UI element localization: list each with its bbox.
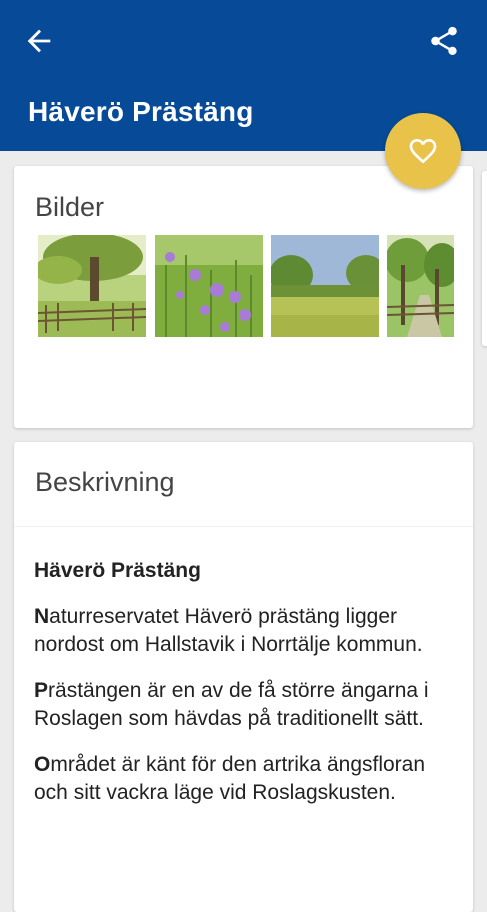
gallery-image-2[interactable] [155,235,263,337]
share-button[interactable] [427,24,461,58]
images-card: Bilder [14,166,473,428]
paragraph-initial: P [34,679,49,702]
paragraph-text: mrådet är känt för den artrika ängsflora… [34,753,426,804]
forest-path-photo [387,235,454,337]
heart-outline-icon [409,139,437,164]
description-paragraph: Prästängen är en av de få större ängarna… [34,677,454,733]
paragraph-text: rästängen är en av de få större ängarna … [34,679,429,730]
open-meadow-photo [271,235,379,337]
gallery-image-4[interactable] [387,235,454,337]
description-paragraph: Naturreservatet Häverö prästäng ligger n… [34,603,454,659]
description-body: Häverö Prästäng Naturreservatet Häverö p… [34,557,454,825]
page-title: Häverö Prästäng [28,96,254,127]
description-title: Häverö Prästäng [34,559,201,582]
paragraph-initial: O [34,753,51,776]
arrow-left-icon [27,29,51,53]
gallery-image-1[interactable] [38,235,146,337]
share-icon [431,26,457,56]
image-gallery[interactable] [38,235,454,337]
back-button[interactable] [22,24,56,58]
tree-fence-photo [38,235,146,337]
description-card: Beskrivning Häverö Prästäng Naturreserva… [14,442,473,912]
images-heading: Bilder [35,192,105,222]
paragraph-text: aturreservatet Häverö prästäng ligger no… [34,605,423,656]
meadow-flowers-photo [155,235,263,337]
paragraph-initial: N [34,605,50,628]
next-card-peek [482,171,487,346]
divider [14,526,473,527]
favorite-button[interactable] [385,113,461,189]
gallery-image-3[interactable] [271,235,379,337]
description-heading: Beskrivning [35,467,175,497]
description-paragraph: Området är känt för den artrika ängsflor… [34,751,454,807]
